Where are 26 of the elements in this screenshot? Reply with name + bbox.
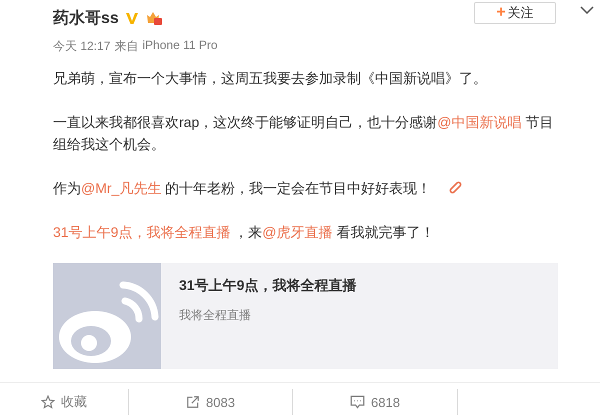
- link-icon[interactable]: [449, 181, 464, 195]
- post-text: 作为@Mr_凡先生 的十年老粉，我一定会在节目中好好表现！: [53, 177, 558, 199]
- comment-icon: [350, 395, 366, 409]
- author-name[interactable]: 药水哥ss: [53, 8, 119, 28]
- link-card[interactable]: 31号上午9点，我将全程直播 我将全程直播: [53, 263, 558, 369]
- post-text: 兄弟萌，宣布一个大事情，这周五我要去参加录制《中国新说唱》了。: [53, 69, 488, 88]
- mention-link[interactable]: @Mr_凡先生: [81, 180, 162, 196]
- mention-link[interactable]: 31号上午9点，我将全程直播: [53, 224, 230, 240]
- chevron-down-icon[interactable]: [580, 6, 594, 14]
- post-text: 一直以来我都很喜欢rap，这次终于能够证明自己，也十分感谢@中国新说唱 节目组给我这个机会。: [53, 113, 554, 154]
- star-icon: [41, 395, 55, 409]
- verified-icon: [124, 11, 139, 25]
- post-time[interactable]: 今天 12:17: [53, 38, 110, 55]
- comment-action[interactable]: 6818: [350, 394, 400, 410]
- card-subtitle: 我将全程直播: [179, 307, 252, 324]
- post-text: 31号上午9点，我将全程直播 ，来@虎牙直播 看我就完事了！: [53, 223, 436, 242]
- repost-action[interactable]: 8083: [186, 394, 235, 410]
- level-badge-icon: [144, 10, 163, 26]
- follow-button[interactable]: +关注: [474, 2, 556, 24]
- favorite-action[interactable]: 收藏: [41, 393, 87, 411]
- mention-link[interactable]: @虎牙直播: [262, 224, 332, 240]
- mention-link[interactable]: @中国新说唱: [437, 114, 522, 130]
- card-title: 31号上午9点，我将全程直播: [179, 277, 356, 295]
- share-icon: [186, 395, 200, 409]
- source-label: 来自: [114, 38, 138, 55]
- source-device[interactable]: iPhone 11 Pro: [142, 38, 218, 55]
